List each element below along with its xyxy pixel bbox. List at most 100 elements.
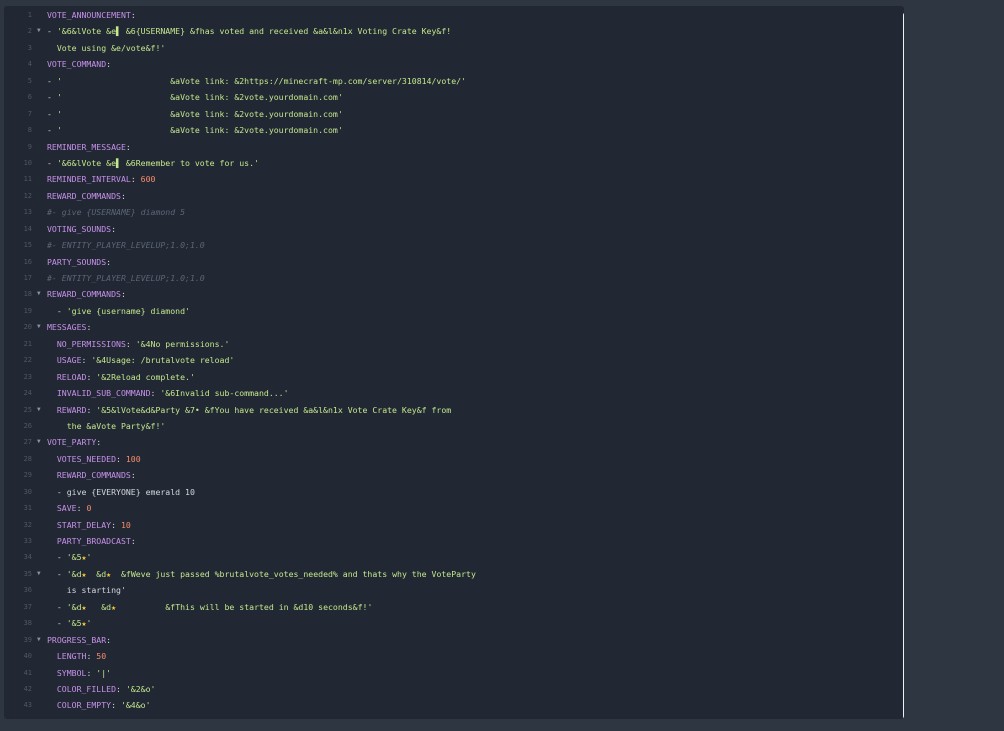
code-line[interactable]: 10 - '&6&lVote &e▌ &6Remember to vote for…	[4, 155, 904, 171]
line-number: 34	[23, 553, 32, 562]
line-number: 17	[23, 274, 32, 282]
code-line[interactable]: 21 NO_PERMISSIONS: '&4No permissions.'	[4, 336, 904, 352]
code-line[interactable]: 43 COLOR_EMPTY: '&4&o'	[4, 697, 904, 713]
vertical-scrollbar[interactable]	[903, 13, 904, 719]
code-text: - ' &aVote link: &2https://minecraft-mp.…	[47, 73, 466, 89]
line-number: 3	[27, 43, 32, 52]
code-line[interactable]: 25 ▼ REWARD: '&5&lVote&d&Party &7• &fYou …	[4, 402, 904, 418]
line-number: 13	[23, 208, 32, 217]
fold-arrow-icon[interactable]: ▼	[37, 23, 41, 39]
code-line[interactable]: 14 VOTING_SOUNDS:	[4, 221, 904, 237]
code-line[interactable]: 16 PARTY_SOUNDS:	[4, 254, 904, 270]
code-token: :	[86, 667, 97, 678]
code-line[interactable]: 42 COLOR_FILLED: '&2&o'	[4, 681, 904, 697]
code-line[interactable]: 18 ▼ REWARD_COMMANDS:	[4, 286, 904, 302]
code-line[interactable]: 41 SYMBOL: '|'	[4, 665, 904, 681]
code-line[interactable]: 5 - ' &aVote link: &2https://minecraft-mp…	[4, 73, 904, 89]
code-line[interactable]: 15 #- ENTITY_PLAYER_LEVELUP;1.0;1.0	[4, 237, 904, 253]
code-token: VOTE_ANNOUNCEMENT	[47, 10, 131, 20]
code-line[interactable]: 6 - ' &aVote link: &2vote.yourdomain.com'	[4, 89, 904, 105]
code-line[interactable]: 4 VOTE_COMMAND:	[4, 56, 904, 72]
code-line[interactable]: 36 is starting'	[4, 582, 904, 598]
code-line[interactable]: 38 - '&5★'	[4, 615, 904, 631]
line-number: 15	[23, 241, 32, 250]
code-token: the &aVote Party&f!'	[47, 420, 166, 431]
code-line[interactable]: 2 ▼ - '&6&lVote &e▌ &6{USERNAME} &fhas vot…	[4, 23, 904, 39]
code-token: :	[116, 453, 126, 464]
code-line[interactable]: 32 START_DELAY: 10	[4, 517, 904, 533]
fold-arrow-icon[interactable]: ▼	[37, 286, 41, 302]
code-line[interactable]: 1 VOTE_ANNOUNCEMENT:	[4, 7, 904, 23]
code-text: USAGE: '&4Usage: /brutalvote reload'	[47, 352, 234, 368]
code-token: :	[125, 338, 136, 349]
code-token: SYMBOL	[47, 667, 87, 678]
code-line[interactable]: 26 the &aVote Party&f!'	[4, 418, 904, 434]
code-line[interactable]: 8 - ' &aVote link: &2vote.yourdomain.com'	[4, 122, 904, 138]
code-text: #- give {USERNAME} diamond 5	[47, 204, 185, 220]
line-number: 22	[23, 356, 32, 365]
fold-arrow-icon[interactable]: ▼	[37, 566, 41, 582]
code-line[interactable]: 37 - '&d★ &d★ &fThis will be started in …	[4, 599, 904, 615]
code-text: PARTY_BROADCAST:	[47, 533, 136, 549]
line-number: 41	[23, 668, 32, 677]
code-token: :	[106, 59, 112, 70]
code-token: START_DELAY	[47, 519, 112, 530]
code-line[interactable]: 31 SAVE: 0	[4, 500, 904, 516]
code-line[interactable]: 28 VOTES_NEEDED: 100	[4, 451, 904, 467]
code-line[interactable]: 20 ▼ MESSAGES:	[4, 319, 904, 335]
code-text: COLOR_EMPTY: '&4&o'	[47, 697, 151, 713]
code-line[interactable]: 29 REWARD_COMMANDS:	[4, 467, 904, 483]
fold-arrow-icon[interactable]: ▼	[37, 402, 41, 418]
line-number: 36	[23, 586, 32, 595]
code-token: PARTY_BROADCAST	[47, 536, 131, 546]
line-number: 40	[23, 652, 32, 661]
code-line[interactable]: 7 - ' &aVote link: &2vote.yourdomain.com'	[4, 106, 904, 122]
code-token: 0	[86, 503, 92, 514]
code-line[interactable]: 35 ▼ - '&d★ &d★ &fWeve just passed %bruta…	[4, 566, 904, 582]
code-line[interactable]: 30 - give {EVERYONE} emerald 10	[4, 484, 904, 500]
code-text: NO_PERMISSIONS: '&4No permissions.'	[47, 336, 230, 352]
code-token: '&4Usage: /brutalvote reload'	[91, 355, 235, 366]
code-line[interactable]: 33 PARTY_BROADCAST:	[4, 533, 904, 549]
code-line[interactable]: 24 INVALID_SUB_COMMAND: '&6Invalid sub-c…	[4, 385, 904, 401]
code-token: 'give {username} diamond'	[66, 305, 190, 316]
code-text: VOTE_COMMAND:	[47, 56, 111, 72]
code-text: REWARD_COMMANDS:	[47, 188, 126, 204]
code-line[interactable]: 13 #- give {USERNAME} diamond 5	[4, 204, 904, 220]
code-line[interactable]: 40 LENGTH: 50	[4, 648, 904, 664]
code-text: - '&5★'	[47, 615, 92, 631]
code-token: 100	[125, 453, 141, 464]
code-line[interactable]: 23 RELOAD: '&2Reload complete.'	[4, 369, 904, 385]
code-line[interactable]: 3 Vote using &e/vote&f!'	[4, 40, 904, 56]
code-editor[interactable]: 1 VOTE_ANNOUNCEMENT: 2 ▼ - '&6&lVote &e▌ &6{…	[4, 6, 904, 719]
code-text: #- ENTITY_PLAYER_LEVELUP;1.0;1.0	[47, 237, 205, 253]
code-token: '&4&o'	[120, 700, 151, 711]
code-token: REMINDER_INTERVAL	[47, 174, 131, 185]
line-number: 14	[23, 224, 32, 233]
line-number: 27	[23, 438, 32, 447]
code-text: the &aVote Party&f!'	[47, 418, 166, 434]
code-line[interactable]: 34 - '&5★'	[4, 549, 904, 565]
code-line[interactable]: 9 REMINDER_MESSAGE:	[4, 139, 904, 155]
code-token: :	[81, 355, 92, 366]
fold-arrow-icon[interactable]: ▼	[37, 319, 41, 335]
code-line[interactable]: 39 ▼ PROGRESS_BAR:	[4, 632, 904, 648]
code-text: VOTING_SOUNDS:	[47, 221, 116, 237]
code-token: :	[116, 683, 126, 694]
code-line[interactable]: 17 #- ENTITY_PLAYER_LEVELUP;1.0;1.0	[4, 270, 904, 286]
code-token: '&6&lVote &e▌ &6Remember to vote for us.…	[56, 157, 259, 168]
code-line[interactable]: 11 REMINDER_INTERVAL: 600	[4, 171, 904, 187]
code-token: '	[86, 552, 92, 563]
code-token: '&2&o'	[125, 683, 156, 694]
code-text: VOTE_ANNOUNCEMENT:	[47, 7, 136, 23]
fold-arrow-icon[interactable]: ▼	[37, 632, 41, 648]
code-line[interactable]: 22 USAGE: '&4Usage: /brutalvote reload'	[4, 352, 904, 368]
code-token: REWARD_COMMANDS	[47, 190, 121, 201]
code-line[interactable]: 12 REWARD_COMMANDS:	[4, 188, 904, 204]
code-token: :	[106, 256, 112, 267]
code-token: USAGE	[47, 355, 82, 366]
code-line[interactable]: 27 ▼ VOTE_PARTY:	[4, 434, 904, 450]
fold-arrow-icon[interactable]: ▼	[37, 434, 41, 450]
code-line[interactable]: 19 - 'give {username} diamond'	[4, 303, 904, 319]
code-token: #- give {USERNAME} diamond 5	[47, 207, 186, 218]
